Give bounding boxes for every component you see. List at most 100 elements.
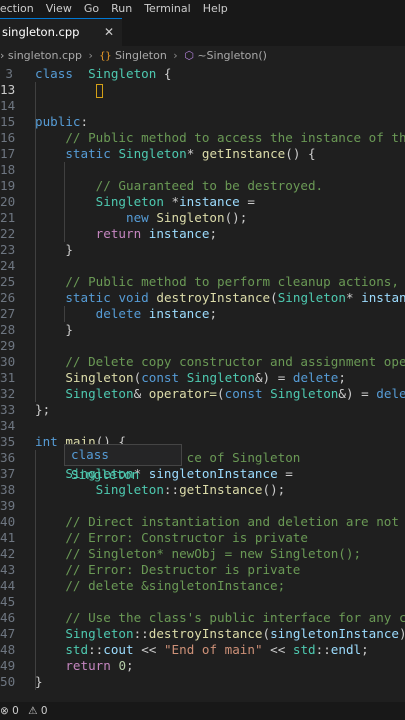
menu-item[interactable]: View [46, 0, 72, 18]
code-text: Singleton(const Singleton&) = delete; [65, 370, 346, 385]
code-line: 39 [0, 498, 405, 514]
breadcrumb-file[interactable]: singleton.cpp [8, 49, 82, 62]
code-text: // Direct instantiation and deletion are… [65, 514, 405, 529]
code-line: 23 } [0, 242, 405, 258]
code-line: 35 int main() { [0, 434, 405, 450]
hover-keyword: class [71, 447, 109, 462]
menu-item[interactable]: Help [203, 0, 228, 18]
line-number: 21 [0, 210, 16, 225]
code-line: 45 [0, 594, 405, 610]
code-text: Singleton& operator=(const Singleton&) =… [65, 386, 405, 401]
warning-count[interactable]: ⚠ 0 [28, 705, 47, 717]
method-icon: ⬡ [184, 49, 194, 62]
code-line: 15 public: [0, 114, 405, 130]
code-line: 17 static Singleton* getInstance() { [0, 146, 405, 162]
struct-icon: {} [99, 51, 112, 62]
line-number: 19 [0, 178, 16, 193]
code-line: 27 delete instance; [0, 306, 405, 322]
tab-singleton-cpp[interactable]: singleton.cpp ✕ [0, 18, 122, 46]
code-text: static Singleton* getInstance() { [65, 146, 316, 161]
code-line: 44 // delete &singletonInstance; [0, 578, 405, 594]
code-text: // Public method to access the instance … [65, 130, 405, 145]
line-number: 38 [0, 482, 16, 497]
line-number: 27 [0, 306, 16, 321]
code-text: // delete &singletonInstance; [65, 578, 286, 593]
line-number: 25 [0, 274, 16, 289]
line-number: 3 [5, 66, 13, 81]
code-line: 14 [0, 98, 405, 114]
line-number: 47 [0, 626, 16, 641]
error-count[interactable]: ⊗ 0 [0, 705, 19, 717]
line-number: 40 [0, 514, 16, 529]
code-line: 43 // Error: Destructor is private [0, 562, 405, 578]
code-text: // Public method to perform cleanup acti… [65, 274, 405, 289]
line-number: 46 [0, 610, 16, 625]
code-text: } [35, 674, 43, 689]
line-number: 34 [0, 418, 16, 433]
menu-item[interactable]: Terminal [144, 0, 191, 18]
line-number: 36 [0, 450, 16, 465]
line-number: 29 [0, 338, 16, 353]
line-number: 26 [0, 290, 16, 305]
code-line: 25 // Public method to perform cleanup a… [0, 274, 405, 290]
code-editor[interactable]: 3 class Singleton {13 14 15 public: 16 // Pu… [0, 66, 405, 702]
breadcrumb: › singleton.cpp › {} Singleton › ⬡ ~Sing… [0, 46, 405, 66]
line-number: 50 [0, 674, 16, 689]
code-line: 3 class Singleton { [0, 66, 405, 82]
tab-label: singleton.cpp [2, 25, 80, 39]
code-line: 38 Singleton::getInstance(); [0, 482, 405, 498]
code-line: 48 std::cout << "End of main" << std::en… [0, 642, 405, 658]
code-text: // Error: Constructor is private [65, 530, 308, 545]
breadcrumb-sep-icon: › [0, 49, 5, 62]
line-number: 44 [0, 578, 16, 593]
code-text: return instance; [95, 226, 218, 241]
line-number: 22 [0, 226, 16, 241]
breadcrumb-class[interactable]: Singleton [115, 49, 167, 62]
code-line: 19 // Guaranteed to be destroyed. [0, 178, 405, 194]
line-number: 15 [0, 114, 16, 129]
code-text: } [35, 242, 73, 257]
line-number: 16 [0, 130, 16, 145]
line-number: 37 [0, 466, 16, 481]
code-text: Singleton::destroyInstance(singletonInst… [65, 626, 405, 641]
code-line: 36 ce of Singleton [0, 450, 405, 466]
code-line: 34 [0, 418, 405, 434]
line-number: 13 [0, 82, 16, 97]
line-number: 18 [0, 162, 16, 177]
line-number: 39 [0, 498, 16, 513]
line-number: 17 [0, 146, 16, 161]
line-number: 23 [0, 242, 16, 257]
chevron-right-icon: › [173, 49, 178, 62]
line-number: 45 [0, 594, 16, 609]
code-line: 20 Singleton *instance = [0, 194, 405, 210]
code-text: // Use the class's public interface for … [65, 610, 405, 625]
code-text: // Guaranteed to be destroyed. [95, 178, 324, 193]
text-cursor [95, 83, 103, 98]
menu-item[interactable]: Go [84, 0, 99, 18]
code-text [35, 82, 103, 98]
breadcrumb-member[interactable]: ~Singleton() [197, 49, 267, 62]
line-number: 28 [0, 322, 16, 337]
code-line: 29 [0, 338, 405, 354]
code-line: 42 // Singleton* newObj = new Singleton(… [0, 546, 405, 562]
code-text: new Singleton(); [126, 210, 248, 225]
code-text: // Singleton* newObj = new Singleton(); [65, 546, 362, 561]
code-line: 22 return instance; [0, 226, 405, 242]
code-line: 16 // Public method to access the instan… [0, 130, 405, 146]
code-text: std::cout << "End of main" << std::endl; [65, 642, 369, 657]
code-line: 37 Singleton* singletonInstance = [0, 466, 405, 482]
code-text: } [35, 322, 73, 337]
code-line: 50} [0, 674, 405, 690]
code-line: 33}; [0, 402, 405, 418]
menu-bar: election View Go Run Terminal Help [0, 0, 405, 18]
line-number: 14 [0, 98, 16, 113]
line-number: 49 [0, 658, 16, 673]
line-number: 48 [0, 642, 16, 657]
code-text: public: [35, 114, 89, 129]
menu-item[interactable]: Run [111, 0, 132, 18]
status-bar: ⊗ 0 ⚠ 0 [0, 702, 405, 720]
code-line: 30 // Delete copy constructor and assign… [0, 354, 405, 370]
code-line: 40 // Direct instantiation and deletion … [0, 514, 405, 530]
menu-item[interactable]: election [0, 0, 34, 18]
close-icon[interactable]: ✕ [104, 19, 114, 45]
